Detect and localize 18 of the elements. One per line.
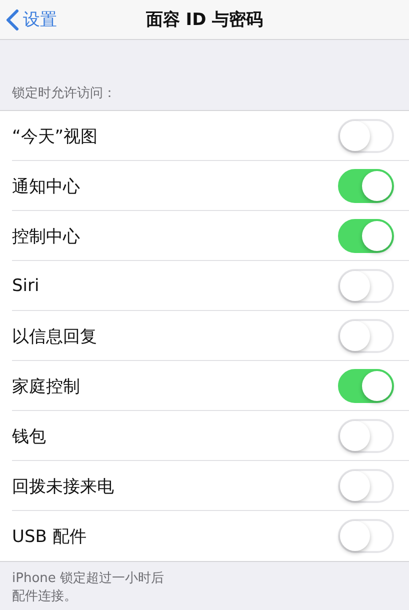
- toggle-switch[interactable]: [338, 369, 394, 403]
- toggle-switch[interactable]: [338, 219, 394, 253]
- row-label: Siri: [12, 276, 40, 296]
- row-label: 以信息回复: [12, 326, 97, 348]
- row-label: 钱包: [12, 426, 46, 448]
- footer-note: iPhone 锁定超过一小时后: [12, 570, 166, 588]
- footer-note: 配件连接。: [12, 588, 78, 606]
- row-label: 控制中心: [12, 226, 80, 248]
- row-label: 通知中心: [12, 176, 80, 198]
- toggle-switch[interactable]: [338, 169, 394, 203]
- page-title: 面容 ID 与密码: [146, 9, 264, 31]
- back-button[interactable]: 设置: [0, 2, 57, 36]
- section-header: 锁定时允许访问：: [11, 85, 117, 103]
- back-chevron-icon: [6, 8, 19, 30]
- row-label: 回拨未接来电: [12, 476, 114, 498]
- row-label: 家庭控制: [12, 376, 80, 398]
- row-label: “今天”视图: [12, 126, 98, 148]
- row-label: USB 配件: [12, 526, 86, 548]
